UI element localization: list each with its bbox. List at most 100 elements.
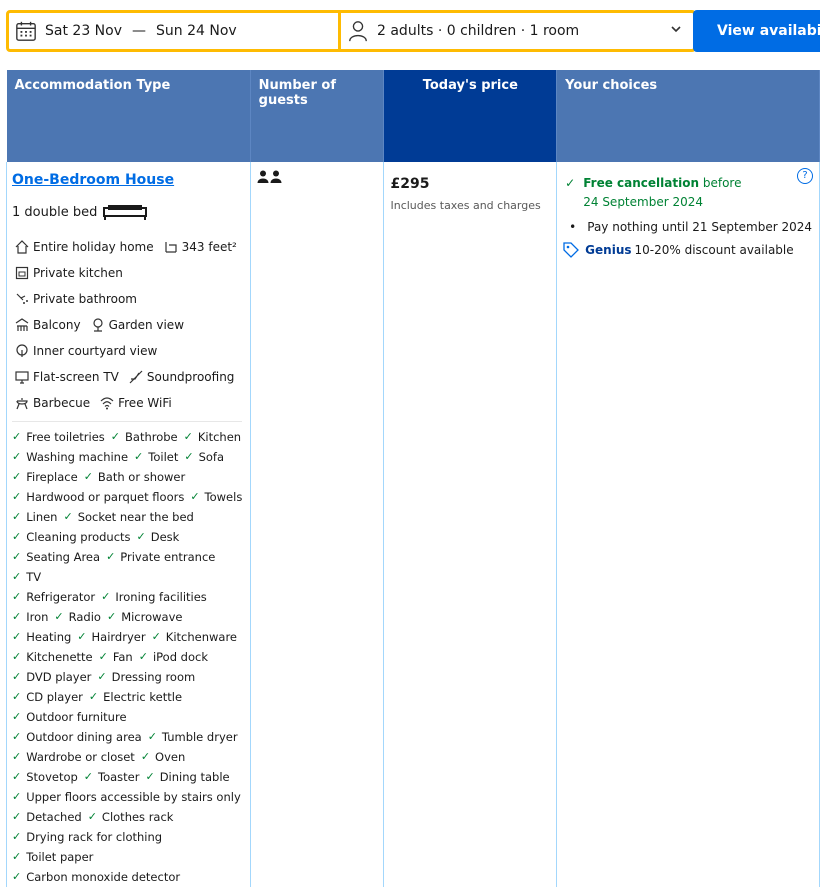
amenity-item: ✓ Outdoor dining area: [12, 727, 142, 747]
amenity-item: ✓ Toilet paper: [12, 847, 93, 867]
chevron-down-icon: [671, 26, 681, 33]
room-title-link[interactable]: One-Bedroom House: [12, 172, 250, 188]
check-icon: ✓: [12, 690, 22, 703]
kitchen-icon: [15, 266, 29, 280]
amenity-row: ✓ Iron ✓ Radio ✓ Microwave: [12, 607, 250, 627]
price-note: Includes taxes and charges: [390, 199, 541, 212]
check-icon: ✓: [145, 770, 155, 783]
amenity-row: ✓ Outdoor furniture: [12, 707, 250, 727]
amenity-row: ✓ Washing machine ✓ Toilet ✓ Sofa: [12, 447, 250, 467]
amenity-item: ✓ Refrigerator: [12, 587, 95, 607]
amenity-item: ✓ Drying rack for clothing: [12, 827, 162, 847]
view-availability-button[interactable]: View availability: [693, 10, 820, 52]
check-icon: ✓: [12, 870, 22, 883]
date-separator: —: [132, 23, 146, 39]
check-icon: ✓: [183, 430, 193, 443]
amenity-item: ✓ Heating: [12, 627, 71, 647]
amenity-item: ✓ Toaster: [84, 767, 140, 787]
facility-item: Free WiFi: [100, 390, 172, 416]
amenity-item: ✓ Kitchen: [184, 427, 241, 447]
amenity-item: ✓ Washing machine: [12, 447, 128, 467]
amenity-item: ✓ Bathrobe: [111, 427, 178, 447]
area-icon: [165, 242, 177, 253]
amenity-item: ✓ Private entrance: [106, 547, 215, 567]
amenity-item: ✓ Hairdryer: [77, 627, 145, 647]
check-icon: ✓: [77, 630, 87, 643]
check-icon: ✓: [83, 470, 93, 483]
amenity-item: ✓ Socket near the bed: [63, 507, 193, 527]
amenity-row: ✓ Carbon monoxide detector: [12, 867, 250, 887]
amenity-item: ✓ Clothes rack: [88, 807, 174, 827]
amenity-row: ✓ Drying rack for clothing ✓ Toilet paper: [12, 827, 250, 867]
check-icon: ✓: [12, 450, 22, 463]
facility-item: Private bathroom: [15, 286, 137, 312]
barbecue-icon: [16, 398, 28, 410]
amenity-item: ✓ Oven: [141, 747, 185, 767]
header-number-of-guests: Number of guests: [250, 70, 385, 162]
amenity-row: ✓ Free toiletries ✓ Bathrobe ✓ Kitchen: [12, 427, 250, 447]
check-icon: ✓: [12, 610, 22, 623]
amenity-item: ✓ TV: [12, 567, 41, 587]
amenity-item: ✓ Fireplace: [12, 467, 78, 487]
calendar-icon: [16, 21, 36, 41]
double-bed-icon: [103, 205, 148, 220]
price-cell: £295 Includes taxes and charges: [383, 162, 558, 887]
amenity-row: ✓ Upper floors accessible by stairs only: [12, 787, 250, 807]
amenity-item: ✓ Wardrobe or closet: [12, 747, 135, 767]
amenity-item: ✓ Ironing facilities: [101, 587, 207, 607]
check-icon: ✓: [12, 790, 22, 803]
check-icon: ✓: [12, 710, 22, 723]
check-icon: ✓: [12, 850, 22, 863]
choices-cell: ? ✓ Free cancellation before 24 Septembe…: [556, 162, 820, 887]
wifi-icon: [100, 397, 114, 410]
amenity-row: ✓ Seating Area ✓ Private entrance ✓ TV: [12, 547, 250, 587]
amenity-row: ✓ Outdoor dining area ✓ Tumble dryer: [12, 727, 250, 747]
check-icon: ✓: [87, 810, 97, 823]
check-icon: ✓: [12, 570, 22, 583]
amenity-row: ✓ Wardrobe or closet ✓ Oven: [12, 747, 250, 767]
date-picker[interactable]: Sat 23 Nov — Sun 24 Nov: [6, 10, 344, 52]
check-out-date: Sun 24 Nov: [156, 23, 237, 39]
help-icon[interactable]: ?: [797, 168, 813, 184]
check-icon: ✓: [12, 430, 22, 443]
header-accommodation-type: Accommodation Type: [6, 70, 251, 162]
facility-item: Inner courtyard view: [15, 338, 157, 364]
search-bar: Sat 23 Nov — Sun 24 Nov 2 adults · 0 chi…: [6, 10, 820, 52]
check-icon: ✓: [140, 750, 151, 763]
check-icon: ✓: [12, 510, 22, 523]
balcony-icon: [15, 318, 29, 331]
check-icon: ✓: [110, 430, 121, 443]
check-icon: ✓: [12, 550, 22, 563]
amenity-item: ✓ Hardwood or parquet floors: [12, 487, 184, 507]
amenity-item: ✓ Stovetop: [12, 767, 78, 787]
bed-info: 1 double bed: [12, 204, 250, 220]
amenity-item: ✓ Microwave: [107, 607, 183, 627]
amenity-row: ✓ CD player ✓ Electric kettle: [12, 687, 250, 707]
bullet-icon: •: [569, 220, 577, 234]
amenity-item: ✓ Cleaning products: [12, 527, 131, 547]
amenity-row: ✓ Fireplace ✓ Bath or shower: [12, 467, 250, 487]
room-type-cell: One-Bedroom House 1 double bed Entire ho…: [6, 162, 251, 887]
check-icon: ✓: [138, 650, 148, 663]
guest-selector[interactable]: 2 adults · 0 children · 1 room: [338, 10, 696, 52]
bed-label: 1 double bed: [12, 204, 98, 220]
tag-icon: [563, 242, 580, 258]
check-icon: ✓: [12, 590, 22, 603]
check-icon: ✓: [12, 770, 22, 783]
amenity-item: ✓ Electric kettle: [89, 687, 182, 707]
check-icon: ✓: [63, 510, 73, 523]
check-icon: ✓: [106, 550, 116, 563]
check-icon: ✓: [151, 630, 161, 643]
check-icon: ✓: [12, 470, 22, 483]
amenity-item: ✓ Fan: [99, 647, 133, 667]
amenity-item: ✓ Dressing room: [97, 667, 195, 687]
check-icon: ✓: [12, 530, 22, 543]
check-icon: ✓: [12, 630, 22, 643]
check-icon: ✓: [12, 750, 22, 763]
house-icon: [15, 240, 29, 254]
check-icon: ✓: [97, 670, 107, 683]
check-icon: ✓: [190, 490, 200, 503]
amenity-row: ✓ Linen ✓ Socket near the bed: [12, 507, 250, 527]
table-row: One-Bedroom House 1 double bed Entire ho…: [6, 162, 820, 887]
check-icon: ✓: [98, 650, 108, 663]
